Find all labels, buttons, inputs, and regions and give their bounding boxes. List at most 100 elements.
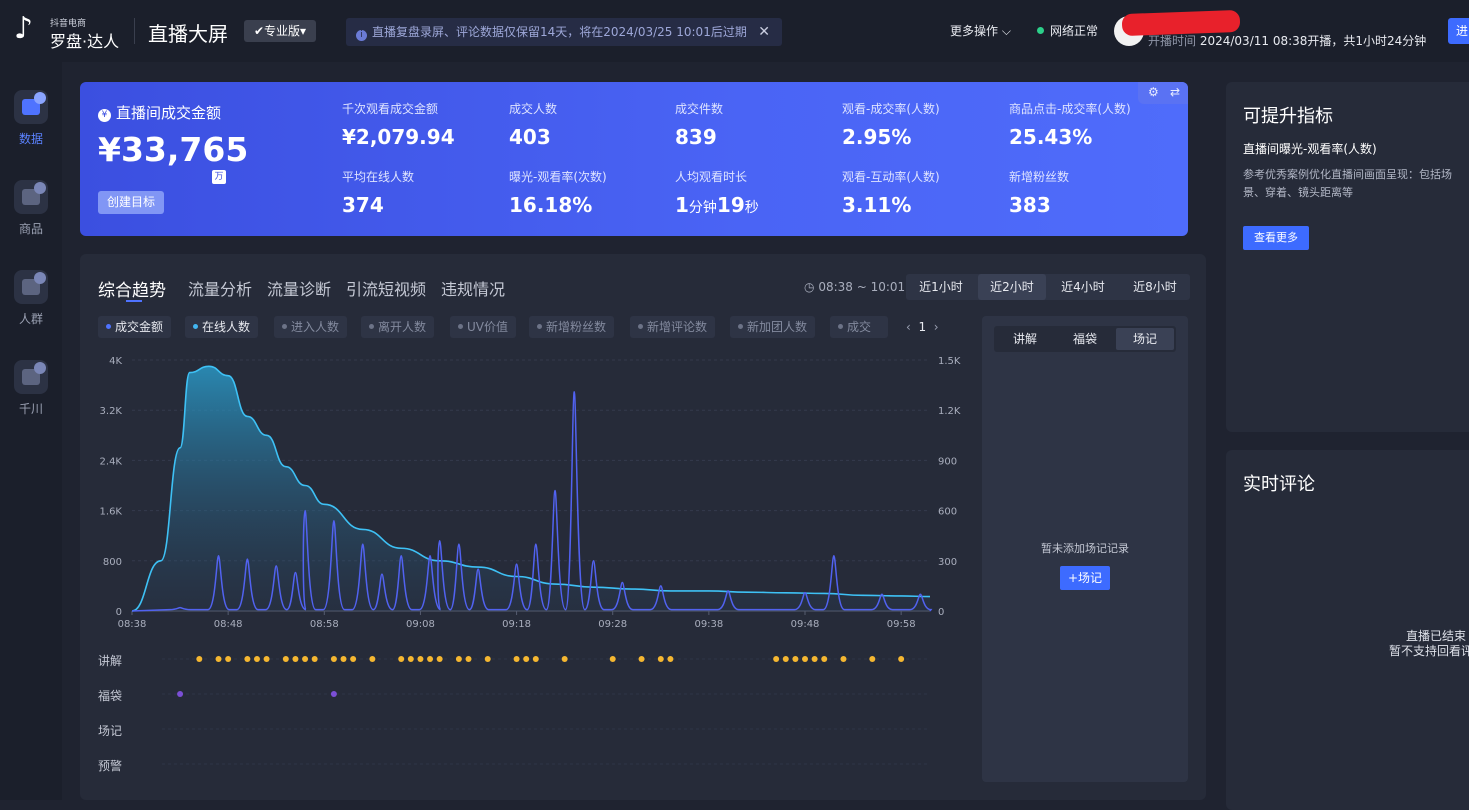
explain-event-dot	[465, 656, 472, 662]
explain-event-dot	[417, 656, 424, 662]
x-tick-label: 09:08	[406, 619, 435, 630]
kpi-label: 平均在线人数	[342, 170, 415, 184]
tab-violations[interactable]: 违规情况	[441, 276, 505, 300]
view-more-button[interactable]: 查看更多	[1243, 226, 1309, 250]
nav-label: 千川	[18, 402, 43, 416]
metric-chip[interactable]: 成交金额	[98, 316, 172, 338]
tab-overall-trend[interactable]: 综合趋势	[98, 276, 166, 301]
expiry-notice: i 直播复盘录屏、评论数据仅保留14天，将在2024/03/25 10:01后过期…	[346, 18, 782, 46]
online-area	[132, 366, 930, 611]
tab-traffic-videos[interactable]: 引流短视频	[346, 276, 426, 300]
kpi-item[interactable]: 曝光-观看率(次数) 16.18%	[509, 168, 607, 217]
comments-title: 实时评论	[1243, 474, 1315, 495]
add-field-note-button[interactable]: +场记	[1060, 566, 1110, 590]
metric-chip[interactable]: UV价值	[450, 316, 516, 338]
x-tick-label: 09:48	[791, 619, 820, 630]
x-tick-label: 09:58	[887, 619, 916, 630]
x-tick-label: 08:48	[214, 619, 243, 630]
trend-chart[interactable]: 0 0 800 300 1.6K 600 2.4K 900 3.2K 1.2K 4K 1.5K 08:3…	[80, 344, 970, 794]
metric-chip[interactable]: 成交	[830, 316, 888, 338]
qianchuan-icon	[14, 360, 48, 394]
x-tick-label: 09:38	[694, 619, 723, 630]
explain-event-dot	[811, 656, 818, 662]
explain-event-dot	[455, 656, 462, 662]
page-number: 1	[918, 320, 927, 334]
metric-chip[interactable]: 在线人数	[185, 316, 259, 338]
unit-toggle[interactable]: 万	[212, 170, 226, 184]
explain-event-dot	[638, 656, 645, 662]
improve-metric: 直播间曝光-观看率(人数)	[1243, 142, 1377, 156]
nav-item-qianchuan[interactable]: 千川	[0, 360, 62, 417]
explain-event-dot	[398, 656, 405, 662]
nav-item-data[interactable]: 数据	[0, 90, 62, 147]
kpi-item[interactable]: 人均观看时长 1分钟19秒	[675, 168, 759, 217]
trend-panel: 综合趋势 流量分析 流量诊断 引流短视频 违规情况 ◷ 08:38 ~ 10:0…	[80, 254, 1206, 800]
metric-chips: 成交金额 在线人数 进入人数 离开人数 UV价值 新增粉丝数 新增评论数 新加团…	[98, 316, 958, 338]
kpi-item[interactable]: 平均在线人数 374	[342, 168, 414, 217]
range-2h[interactable]: 近2小时	[978, 274, 1046, 300]
nav-label: 数据	[18, 132, 43, 146]
edition-dropdown[interactable]: ✔专业版▾	[244, 20, 317, 42]
network-status-text: 网络正常	[1050, 24, 1099, 38]
chevron-left-icon[interactable]: ‹	[906, 320, 911, 334]
kpi-value: 403	[509, 125, 551, 149]
close-icon[interactable]: ✕	[758, 18, 770, 46]
explain-event-dot	[802, 656, 809, 662]
y-left-tick-label: 2.4K	[100, 456, 123, 467]
tab-lucky-bag[interactable]: 福袋	[1056, 328, 1114, 350]
kpi-item[interactable]: 成交人数 403	[509, 100, 557, 149]
range-8h[interactable]: 近8小时	[1120, 274, 1190, 300]
kpi-item[interactable]: 成交件数 839	[675, 100, 723, 149]
explain-event-dot	[484, 656, 491, 662]
kpi-item[interactable]: 商品点击-成交率(人数) 25.43%	[1009, 100, 1131, 149]
event-row-label: 场记	[98, 724, 123, 738]
explain-event-dot	[340, 656, 347, 662]
explain-event-dot	[840, 656, 847, 662]
kpi-item[interactable]: 观看-互动率(人数) 3.11%	[842, 168, 940, 217]
nav-item-products[interactable]: 商品	[0, 180, 62, 237]
kpi-item[interactable]: 千次观看成交金额 ¥2,079.94	[342, 100, 455, 149]
event-row-label: 福袋	[98, 689, 123, 703]
explain-event-dot	[436, 656, 443, 662]
y-right-tick-label: 1.2K	[938, 406, 961, 417]
metric-chip[interactable]: 新增粉丝数	[529, 316, 615, 338]
start-time-value: 2024/03/11 08:38开播，共1小时24分钟	[1199, 34, 1427, 48]
explain-event-dot	[523, 656, 530, 662]
nav-item-audience[interactable]: 人群	[0, 270, 62, 327]
range-1h[interactable]: 近1小时	[906, 274, 976, 300]
y-right-tick-label: 600	[938, 507, 957, 518]
tab-traffic-diagnosis[interactable]: 流量诊断	[267, 276, 331, 300]
more-operations-dropdown[interactable]: 更多操作 ⌵	[950, 22, 1011, 39]
explain-event-dot	[302, 656, 309, 662]
explain-event-dot	[427, 656, 434, 662]
settings-gear-icon[interactable]: ⚙	[1148, 85, 1159, 99]
tab-traffic-analysis[interactable]: 流量分析	[188, 276, 252, 300]
explain-event-dot	[898, 656, 905, 662]
explain-event-dot	[330, 656, 337, 662]
metric-chip[interactable]: 进入人数	[274, 316, 348, 338]
metric-chip[interactable]: 离开人数	[361, 316, 435, 338]
gmv-value: ¥33,765	[98, 130, 249, 169]
explain-event-dot	[263, 656, 270, 662]
enter-button[interactable]: 进	[1448, 18, 1469, 44]
chevron-right-icon[interactable]: ›	[934, 320, 939, 334]
tab-explain[interactable]: 讲解	[996, 328, 1054, 350]
tab-field-notes[interactable]: 场记	[1116, 328, 1174, 350]
switch-icon[interactable]: ⇄	[1170, 85, 1180, 99]
time-range: ◷ 08:38 ~ 10:01	[804, 280, 905, 294]
cart-icon	[14, 180, 48, 214]
kpi-value: 16.18%	[509, 193, 593, 217]
explain-event-dot	[369, 656, 376, 662]
metric-chip[interactable]: 新加团人数	[730, 316, 816, 338]
kpi-item[interactable]: 观看-成交率(人数) 2.95%	[842, 100, 940, 149]
create-goal-button[interactable]: 创建目标	[98, 191, 164, 214]
explain-event-dot	[196, 656, 203, 662]
event-row-label: 讲解	[98, 654, 123, 668]
kpi-item[interactable]: 新增粉丝数 383	[1009, 168, 1069, 217]
range-selector: 近1小时 近2小时 近4小时 近8小时	[906, 274, 1190, 300]
metric-chip[interactable]: 新增评论数	[630, 316, 716, 338]
range-4h[interactable]: 近4小时	[1048, 274, 1118, 300]
app-logo[interactable]: ♪ 抖音电商 罗盘·达人	[14, 12, 124, 52]
data-chart-icon	[14, 90, 48, 124]
logo-title: 罗盘·达人	[50, 32, 120, 51]
